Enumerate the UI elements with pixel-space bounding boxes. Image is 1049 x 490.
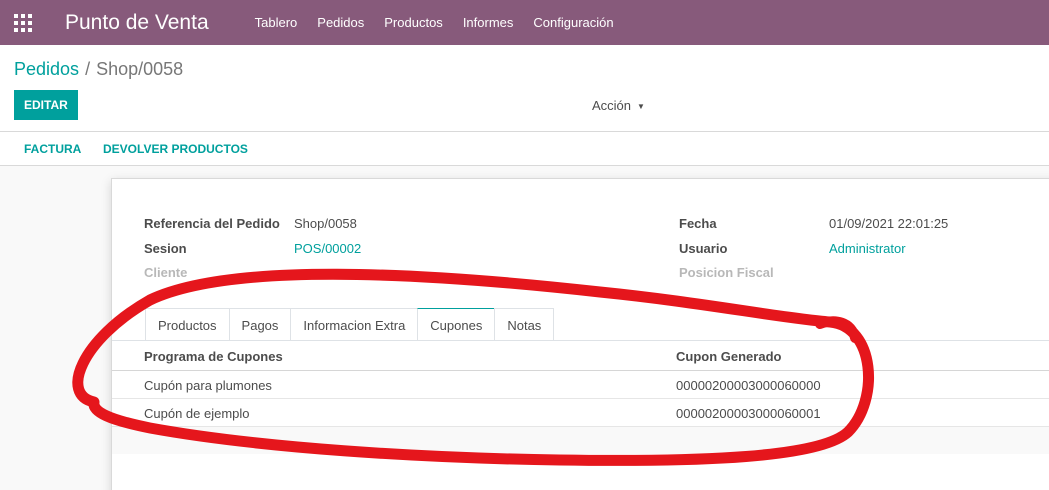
header-program[interactable]: Programa de Cupones	[144, 349, 283, 364]
order-ref-label: Referencia del Pedido	[144, 216, 280, 231]
apps-grid-icon[interactable]	[0, 0, 45, 45]
action-dropdown[interactable]: Acción ▼	[592, 98, 645, 113]
order-ref-value: Shop/0058	[294, 216, 357, 231]
edit-button[interactable]: EDITAR	[14, 90, 78, 120]
table-row[interactable]: Cupón de ejemplo 00000200003000060001	[112, 399, 1049, 427]
coupon-code-cell: 00000200003000060000	[676, 378, 821, 393]
header-coupon-code[interactable]: Cupon Generado	[676, 349, 781, 364]
breadcrumb-current: Shop/0058	[96, 59, 184, 79]
date-value: 01/09/2021 22:01:25	[829, 216, 949, 231]
fiscal-position-label: Posicion Fiscal	[679, 265, 774, 280]
user-link[interactable]: Administrator	[829, 241, 906, 256]
session-link[interactable]: POS/00002	[294, 241, 361, 256]
invoice-button[interactable]: FACTURA	[24, 142, 81, 156]
table-empty-row	[112, 427, 1049, 454]
menu-configuracion[interactable]: Configuración	[533, 15, 613, 30]
table-row[interactable]: Cupón para plumones 00000200003000060000	[112, 371, 1049, 399]
program-cell: Cupón de ejemplo	[144, 406, 250, 421]
menu-tablero[interactable]: Tablero	[255, 15, 298, 30]
coupon-code-cell: 00000200003000060001	[676, 406, 821, 421]
top-navbar: Punto de Venta Tablero Pedidos Productos…	[0, 0, 1049, 45]
breadcrumb-pedidos-link[interactable]: Pedidos	[14, 59, 79, 79]
program-cell: Cupón para plumones	[144, 378, 272, 393]
breadcrumb-separator: /	[85, 59, 91, 79]
control-panel: Pedidos / Shop/0058 EDITAR Acción ▼	[0, 45, 1049, 132]
user-label: Usuario	[679, 241, 728, 256]
table-header: Programa de Cupones Cupon Generado	[112, 341, 1049, 371]
tab-notas[interactable]: Notas	[494, 308, 555, 341]
menu-productos[interactable]: Productos	[384, 15, 443, 30]
tab-cupones[interactable]: Cupones	[417, 308, 496, 341]
app-brand[interactable]: Punto de Venta	[65, 11, 209, 35]
menu-informes[interactable]: Informes	[463, 15, 514, 30]
return-products-button[interactable]: DEVOLVER PRODUCTOS	[103, 142, 248, 156]
tab-pagos[interactable]: Pagos	[228, 308, 292, 341]
form-sheet: Referencia del Pedido Shop/0058 Sesion P…	[111, 178, 1049, 490]
customer-label: Cliente	[144, 265, 188, 280]
action-dropdown-label: Acción	[592, 98, 632, 113]
session-label: Sesion	[144, 241, 187, 256]
notebook-tabs: Productos Pagos Informacion Extra Cupone…	[145, 308, 555, 341]
breadcrumb: Pedidos / Shop/0058	[14, 59, 183, 80]
tab-productos[interactable]: Productos	[145, 308, 230, 341]
tab-informacion-extra[interactable]: Informacion Extra	[290, 308, 419, 341]
date-label: Fecha	[679, 216, 717, 231]
menu-pedidos[interactable]: Pedidos	[317, 15, 364, 30]
caret-down-icon: ▼	[637, 102, 645, 112]
coupons-table: Programa de Cupones Cupon Generado Cupón…	[112, 341, 1049, 454]
form-statusbar: FACTURA DEVOLVER PRODUCTOS	[0, 132, 1049, 166]
